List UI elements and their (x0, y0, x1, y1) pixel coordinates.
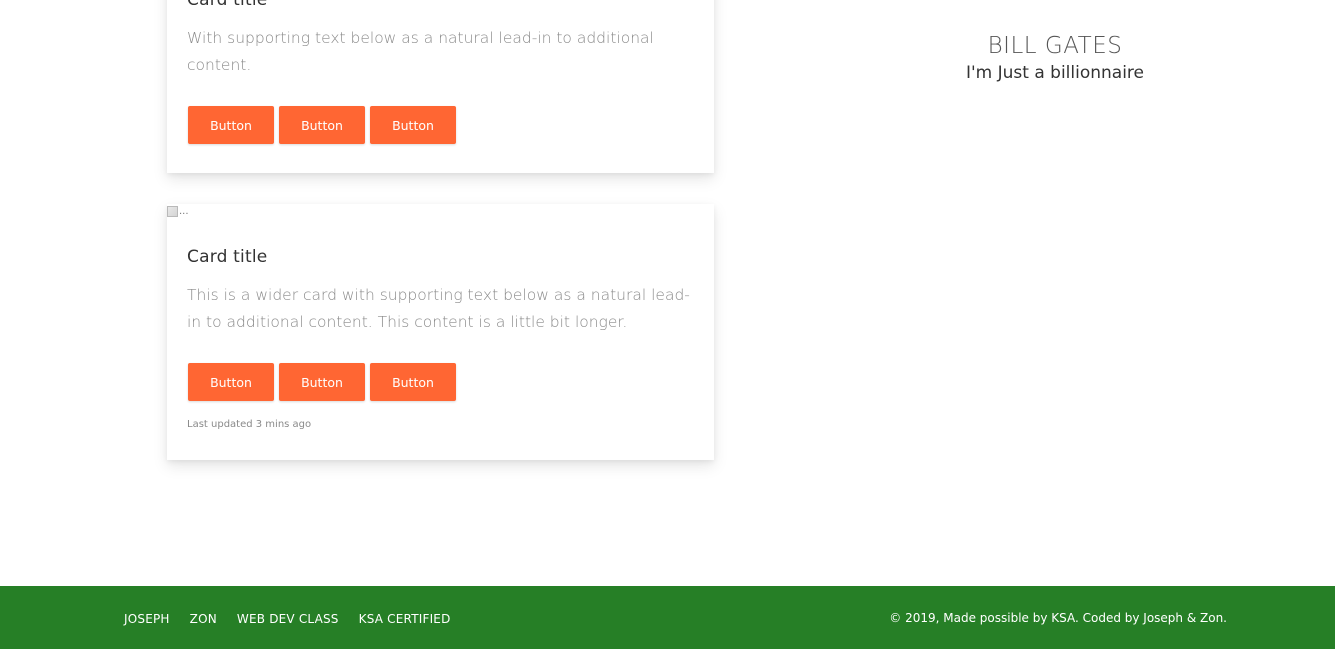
profile-name: BILL GATES (987, 33, 1123, 59)
card-title: Card title (187, 247, 268, 267)
card-button[interactable]: Button (370, 363, 456, 401)
footer-link-zon[interactable]: ZON (190, 612, 217, 626)
card-image-alt: ... (179, 206, 189, 217)
card-button[interactable]: Button (279, 106, 365, 144)
broken-image-icon (167, 206, 178, 217)
card-title: Card title (187, 0, 268, 10)
profile-tagline: I'm Just a billionnaire (965, 63, 1145, 83)
card-button-group: Button Button Button (188, 106, 456, 144)
card-button[interactable]: Button (370, 106, 456, 144)
footer-copyright: © 2019, Made possible by KSA. Coded by J… (889, 611, 1227, 625)
page: Card title With supporting text below as… (0, 0, 1335, 649)
footer-link-joseph[interactable]: JOSEPH (124, 612, 170, 626)
footer-link-ksa-certified[interactable]: KSA CERTIFIED (359, 612, 451, 626)
card-text: This is a wider card with supporting tex… (187, 286, 690, 331)
card-button[interactable]: Button (188, 106, 274, 144)
footer-nav: JOSEPH ZON WEB DEV CLASS KSA CERTIFIED (124, 612, 451, 626)
card: Card title With supporting text below as… (167, 0, 714, 173)
card-image: ... (167, 206, 189, 217)
card-last-updated: Last updated 3 mins ago (187, 419, 312, 430)
card: ... Card title This is a wider card with… (167, 204, 714, 460)
card-button-group: Button Button Button (188, 363, 456, 401)
card-button[interactable]: Button (279, 363, 365, 401)
card-button[interactable]: Button (188, 363, 274, 401)
footer: JOSEPH ZON WEB DEV CLASS KSA CERTIFIED ©… (0, 586, 1335, 649)
card-text: With supporting text below as a natural … (187, 29, 654, 74)
profile: BILL GATES I'm Just a billionnaire (905, 33, 1205, 83)
footer-link-web-dev-class[interactable]: WEB DEV CLASS (237, 612, 339, 626)
